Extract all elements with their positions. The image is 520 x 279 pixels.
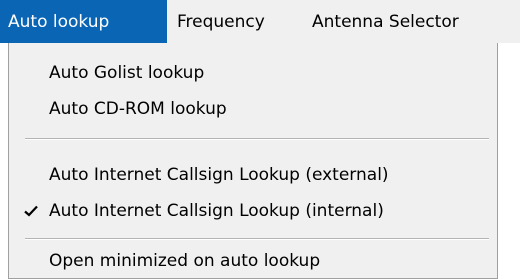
menu-auto-lookup-label: Auto lookup: [8, 11, 110, 32]
menu-separator: [25, 138, 489, 140]
menu-item-label: Auto Internet Callsign Lookup (internal): [49, 201, 384, 221]
menu-frequency[interactable]: Frequency: [167, 0, 310, 43]
menu-item-auto-golist-lookup[interactable]: Auto Golist lookup: [9, 55, 497, 91]
menu-item-auto-internet-callsign-external[interactable]: Auto Internet Callsign Lookup (external): [9, 157, 497, 193]
menu-item-label: Open minimized on auto lookup: [49, 251, 321, 271]
menu-item-label: Auto CD-ROM lookup: [49, 99, 227, 119]
auto-lookup-dropdown: Auto Golist lookup Auto CD-ROM lookup Au…: [8, 43, 498, 279]
menu-item-label: Auto Golist lookup: [49, 63, 205, 83]
menu-separator: [25, 238, 489, 240]
menu-item-open-minimized[interactable]: Open minimized on auto lookup: [9, 243, 497, 279]
menu-item-label: Auto Internet Callsign Lookup (external): [49, 165, 389, 185]
menu-antenna-selector-label: Antenna Selector: [312, 11, 459, 32]
menu-bar: Auto lookup Frequency Antenna Selector: [0, 0, 520, 43]
menu-frequency-label: Frequency: [177, 11, 265, 32]
menu-auto-lookup[interactable]: Auto lookup: [0, 0, 167, 43]
checkmark-icon: [21, 193, 41, 229]
menu-item-auto-internet-callsign-internal[interactable]: Auto Internet Callsign Lookup (internal): [9, 193, 497, 229]
menu-antenna-selector[interactable]: Antenna Selector: [310, 0, 516, 43]
menu-item-auto-cdrom-lookup[interactable]: Auto CD-ROM lookup: [9, 91, 497, 127]
